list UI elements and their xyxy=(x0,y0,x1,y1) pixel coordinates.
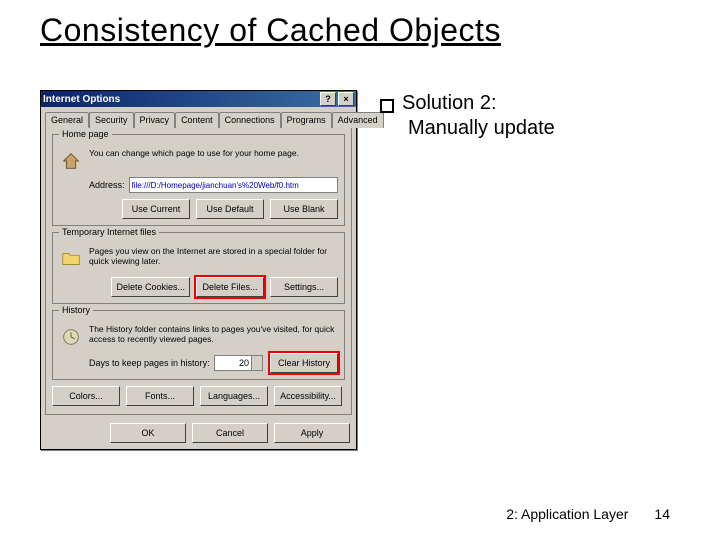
slide-title: Consistency of Cached Objects xyxy=(40,12,501,49)
history-desc: The History folder contains links to pag… xyxy=(89,325,338,345)
bullet-icon xyxy=(380,99,394,113)
address-input[interactable] xyxy=(129,177,338,193)
tab-privacy[interactable]: Privacy xyxy=(134,112,176,128)
tab-row: General Security Privacy Content Connect… xyxy=(41,107,356,127)
apply-button[interactable]: Apply xyxy=(274,423,350,443)
ok-button[interactable]: OK xyxy=(110,423,186,443)
group-history: History The History folder contains link… xyxy=(52,310,345,380)
bullet-sub: Manually update xyxy=(408,117,680,140)
footer-page: 14 xyxy=(654,506,670,522)
cancel-button[interactable]: Cancel xyxy=(192,423,268,443)
accessibility-button[interactable]: Accessibility... xyxy=(274,386,342,406)
slide-footer: 2: Application Layer 14 xyxy=(506,506,670,522)
settings-button[interactable]: Settings... xyxy=(270,277,338,297)
bullet-head: Solution 2: xyxy=(402,92,497,115)
delete-cookies-button[interactable]: Delete Cookies... xyxy=(111,277,190,297)
tab-security[interactable]: Security xyxy=(89,112,134,128)
home-desc: You can change which page to use for you… xyxy=(89,149,338,159)
tab-general[interactable]: General xyxy=(45,112,89,128)
history-icon xyxy=(59,325,83,349)
clear-history-button[interactable]: Clear History xyxy=(270,353,338,373)
folder-icon xyxy=(59,247,83,271)
group-home-page: Home page You can change which page to u… xyxy=(52,134,345,226)
use-default-button[interactable]: Use Default xyxy=(196,199,264,219)
temp-desc: Pages you view on the Internet are store… xyxy=(89,247,338,267)
colors-button[interactable]: Colors... xyxy=(52,386,120,406)
close-button[interactable]: × xyxy=(338,92,354,106)
tab-connections[interactable]: Connections xyxy=(219,112,281,128)
general-panel: Home page You can change which page to u… xyxy=(45,127,352,415)
group-temp-files: Temporary Internet files Pages you view … xyxy=(52,232,345,304)
group-legend: Temporary Internet files xyxy=(59,227,159,237)
tab-content[interactable]: Content xyxy=(175,112,219,128)
help-button[interactable]: ? xyxy=(320,92,336,106)
tab-advanced[interactable]: Advanced xyxy=(332,112,384,128)
days-spinner[interactable]: 20 xyxy=(214,355,252,371)
delete-files-button[interactable]: Delete Files... xyxy=(196,277,264,297)
dialog-titlebar: Internet Options ? × xyxy=(41,91,356,107)
tab-programs[interactable]: Programs xyxy=(281,112,332,128)
home-icon xyxy=(59,149,83,173)
languages-button[interactable]: Languages... xyxy=(200,386,268,406)
footer-section: 2: Application Layer xyxy=(506,506,628,522)
bullet-block: Solution 2: Manually update xyxy=(380,92,680,140)
use-blank-button[interactable]: Use Blank xyxy=(270,199,338,219)
use-current-button[interactable]: Use Current xyxy=(122,199,190,219)
dialog-title: Internet Options xyxy=(43,94,120,105)
fonts-button[interactable]: Fonts... xyxy=(126,386,194,406)
days-label: Days to keep pages in history: xyxy=(89,358,210,368)
address-label: Address: xyxy=(89,180,125,190)
internet-options-dialog: Internet Options ? × General Security Pr… xyxy=(40,90,357,450)
group-legend: Home page xyxy=(59,129,112,139)
group-legend: History xyxy=(59,305,93,315)
